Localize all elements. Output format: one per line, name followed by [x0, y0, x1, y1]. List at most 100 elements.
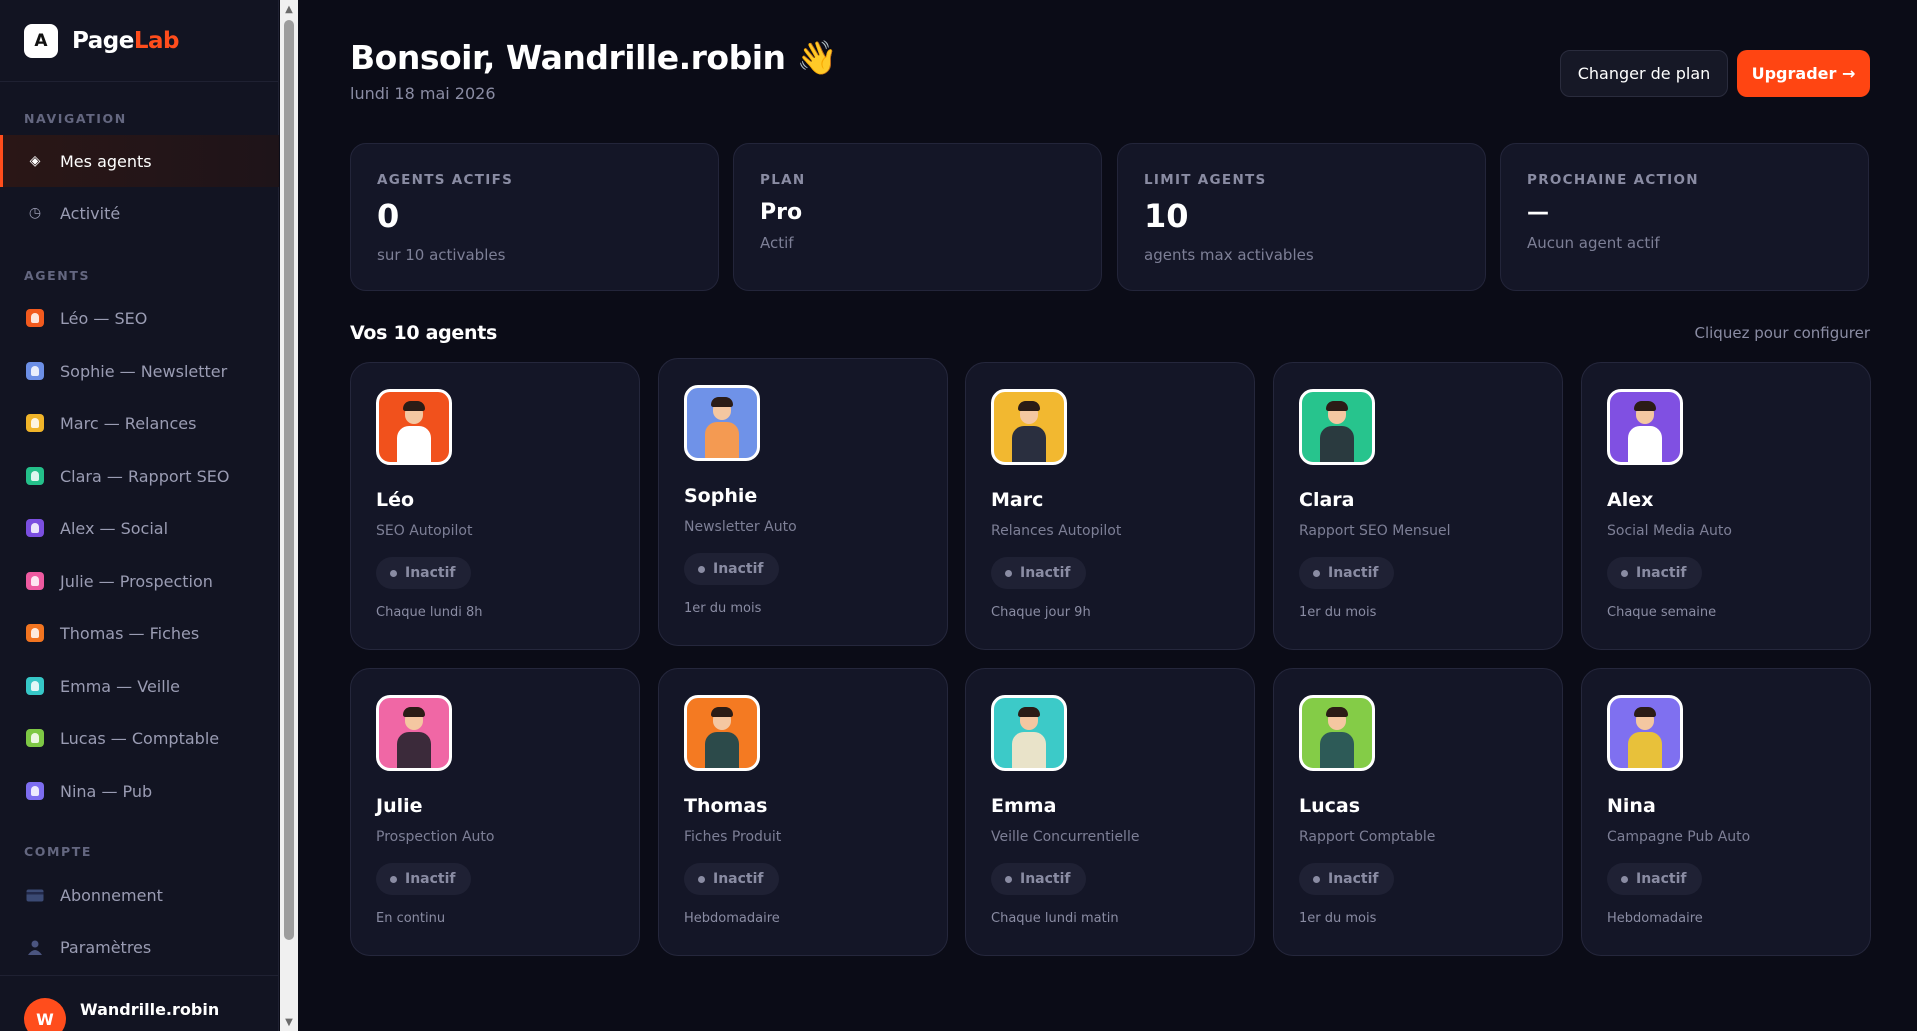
upgrade-button[interactable]: Upgrader →	[1737, 50, 1870, 97]
sidebar-item-agent-clara[interactable]: Clara — Rapport SEO	[0, 450, 279, 502]
sidebar-item-label: Lucas — Comptable	[60, 728, 220, 748]
stat-sub: sur 10 activables	[377, 246, 506, 264]
avatar-hair	[1634, 707, 1656, 717]
sidebar-item-label: Abonnement	[60, 885, 163, 905]
agent-avatar-icon	[26, 572, 44, 590]
status-badge: Inactif	[1607, 557, 1702, 589]
scroll-thumb[interactable]	[284, 20, 294, 940]
avatar-body	[1320, 732, 1354, 768]
agent-description: SEO Autopilot	[376, 523, 473, 539]
agent-avatar-icon	[26, 729, 44, 747]
agent-avatar-icon	[26, 624, 44, 642]
agent-card-nina[interactable]: Nina Campagne Pub Auto Inactif Hebdomadaire	[1581, 668, 1871, 956]
agent-card-thomas[interactable]: Thomas Fiches Produit Inactif Hebdomadaire	[658, 668, 948, 956]
status-label: Inactif	[405, 565, 456, 581]
sidebar-item-agent-lucas[interactable]: Lucas — Comptable	[0, 712, 279, 764]
avatar-hair	[403, 401, 425, 411]
section-label-navigation: NAVIGATION	[24, 111, 127, 126]
stat-card-plan: PLAN Pro Actif	[733, 143, 1102, 291]
section-label-agents: AGENTS	[24, 268, 91, 283]
sidebar: A PageLab NAVIGATION ◈ Mes agents ◷ Acti…	[0, 0, 279, 1031]
avatar-hair	[1326, 401, 1348, 411]
sidebar-item-agent-emma[interactable]: Emma — Veille	[0, 660, 279, 712]
agents-section-title: Vos 10 agents	[350, 322, 498, 344]
stat-label: LIMIT AGENTS	[1144, 172, 1267, 188]
status-dot-icon	[698, 565, 705, 573]
stat-label: PLAN	[760, 172, 806, 188]
status-dot-icon	[1005, 569, 1012, 577]
agent-schedule: 1er du mois	[684, 601, 762, 616]
agent-card-julie[interactable]: Julie Prospection Auto Inactif En continu	[350, 668, 640, 956]
status-dot-icon	[1621, 875, 1628, 883]
sidebar-item-label: Clara — Rapport SEO	[60, 466, 230, 486]
agent-schedule: Chaque lundi matin	[991, 911, 1119, 926]
sidebar-item-label: Mes agents	[60, 151, 152, 171]
agent-avatar-icon	[1607, 695, 1683, 771]
diamond-icon: ◈	[29, 153, 41, 169]
change-plan-button[interactable]: Changer de plan	[1560, 50, 1728, 97]
status-label: Inactif	[713, 871, 764, 887]
sidebar-item-agent-nina[interactable]: Nina — Pub	[0, 765, 279, 817]
status-badge: Inactif	[1299, 557, 1394, 589]
sidebar-item-label: Marc — Relances	[60, 413, 197, 433]
sidebar-item-activite[interactable]: ◷ Activité	[0, 187, 279, 239]
agent-card-sophie[interactable]: Sophie Newsletter Auto Inactif 1er du mois	[658, 358, 948, 646]
agent-schedule: 1er du mois	[1299, 605, 1377, 620]
brand-logo[interactable]: A PageLab	[0, 0, 278, 82]
status-label: Inactif	[1328, 565, 1379, 581]
agent-card-lucas[interactable]: Lucas Rapport Comptable Inactif 1er du mois	[1273, 668, 1563, 956]
agent-description: Relances Autopilot	[991, 523, 1122, 539]
status-label: Inactif	[1636, 871, 1687, 887]
status-dot-icon	[1005, 875, 1012, 883]
status-dot-icon	[1621, 569, 1628, 577]
agent-card-emma[interactable]: Emma Veille Concurrentielle Inactif Chaque …	[965, 668, 1255, 956]
sidebar-item-abonnement[interactable]: Abonnement	[0, 869, 279, 921]
agent-card-leo[interactable]: Léo SEO Autopilot Inactif Chaque lundi 8h	[350, 362, 640, 650]
sidebar-item-label: Léo — SEO	[60, 308, 148, 328]
stat-value: —	[1527, 200, 1549, 225]
user-icon	[26, 938, 44, 956]
agent-name: Lucas	[1299, 795, 1361, 817]
sidebar-scrollbar[interactable]: ▲ ▼	[280, 0, 298, 1031]
avatar-hair	[711, 707, 733, 717]
page-title: Bonsoir, Wandrille.robin 👋	[350, 38, 838, 77]
agent-avatar-icon	[376, 389, 452, 465]
sidebar-item-agent-thomas[interactable]: Thomas — Fiches	[0, 607, 279, 659]
status-dot-icon	[698, 875, 705, 883]
sidebar-item-label: Julie — Prospection	[60, 571, 213, 591]
sidebar-item-agent-marc[interactable]: Marc — Relances	[0, 397, 279, 449]
avatar-body	[1628, 732, 1662, 768]
agent-description: Newsletter Auto	[684, 519, 797, 535]
agent-avatar-icon	[1299, 389, 1375, 465]
sidebar-item-agent-julie[interactable]: Julie — Prospection	[0, 555, 279, 607]
agent-card-alex[interactable]: Alex Social Media Auto Inactif Chaque semai…	[1581, 362, 1871, 650]
sidebar-item-agent-sophie[interactable]: Sophie — Newsletter	[0, 345, 279, 397]
sidebar-item-label: Activité	[60, 203, 121, 223]
agent-avatar-icon	[991, 695, 1067, 771]
agent-avatar-icon	[1607, 389, 1683, 465]
user-profile[interactable]: W Wandrille.robin	[0, 975, 279, 1031]
avatar-body	[397, 732, 431, 768]
agent-avatar-icon	[684, 695, 760, 771]
stat-sub: Actif	[760, 234, 794, 252]
avatar-hair	[1634, 401, 1656, 411]
status-label: Inactif	[1328, 871, 1379, 887]
agent-card-clara[interactable]: Clara Rapport SEO Mensuel Inactif 1er du mo…	[1273, 362, 1563, 650]
stat-label: AGENTS ACTIFS	[377, 172, 514, 188]
sidebar-item-agent-alex[interactable]: Alex — Social	[0, 502, 279, 554]
sidebar-item-agent-leo[interactable]: Léo — SEO	[0, 292, 279, 344]
status-dot-icon	[390, 569, 397, 577]
agents-section-hint: Cliquez pour configurer	[1694, 324, 1871, 342]
scroll-up-arrow-icon[interactable]: ▲	[280, 0, 298, 18]
logo-icon: A	[24, 23, 58, 58]
agent-avatar-icon	[991, 389, 1067, 465]
sidebar-item-mes-agents[interactable]: ◈ Mes agents	[0, 135, 279, 187]
agent-card-marc[interactable]: Marc Relances Autopilot Inactif Chaque jour…	[965, 362, 1255, 650]
avatar-hair	[711, 397, 733, 407]
agent-avatar-icon	[26, 309, 44, 327]
section-label-compte: COMPTE	[24, 844, 93, 859]
avatar-body	[1012, 732, 1046, 768]
scroll-down-arrow-icon[interactable]: ▼	[280, 1013, 298, 1031]
sidebar-item-parametres[interactable]: Paramètres	[0, 921, 279, 973]
agent-schedule: 1er du mois	[1299, 911, 1377, 926]
